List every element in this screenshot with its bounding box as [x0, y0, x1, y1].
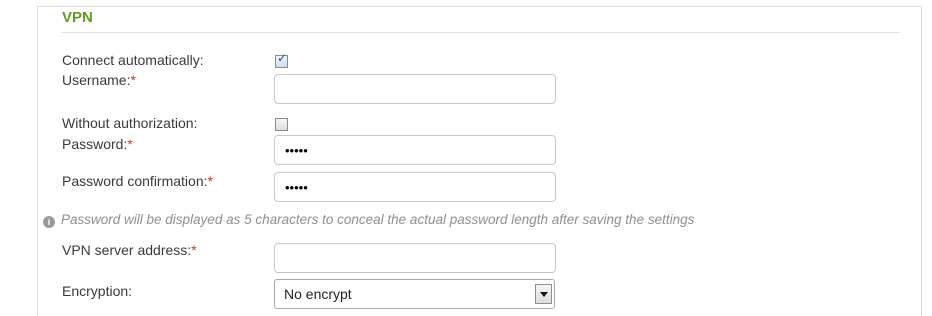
- password-label: Password:*: [62, 136, 133, 152]
- without-authorization-label: Without authorization:: [62, 115, 198, 131]
- password-input[interactable]: [274, 135, 556, 165]
- connect-automatically-label: Connect automatically:: [62, 52, 204, 68]
- chevron-down-icon: [540, 292, 548, 297]
- required-marker: *: [127, 136, 133, 152]
- without-authorization-checkbox[interactable]: [275, 118, 288, 131]
- title-divider: [62, 32, 900, 33]
- vpn-server-address-label: VPN server address:*: [62, 242, 197, 258]
- encryption-label: Encryption:: [62, 283, 133, 299]
- vpn-server-address-input[interactable]: [274, 243, 556, 273]
- required-marker: *: [130, 72, 136, 88]
- required-marker: *: [191, 242, 197, 258]
- password-confirmation-input[interactable]: [274, 172, 556, 202]
- required-marker: *: [207, 173, 213, 189]
- password-hint: i Password will be displayed as 5 charact…: [43, 212, 694, 228]
- username-label: Username:*: [62, 72, 136, 88]
- username-input[interactable]: [274, 74, 556, 104]
- connect-automatically-checkbox[interactable]: ✓: [275, 51, 288, 68]
- checkmark-icon: ✓: [277, 51, 288, 65]
- info-icon: i: [43, 216, 55, 228]
- password-confirmation-label: Password confirmation:*: [62, 173, 213, 189]
- password-hint-text: Password will be displayed as 5 characte…: [61, 212, 695, 227]
- section-title: VPN: [62, 9, 93, 26]
- encryption-select[interactable]: No encrypt: [274, 279, 555, 309]
- encryption-selected-value: No encrypt: [284, 286, 352, 302]
- dropdown-arrow-button[interactable]: [535, 284, 552, 304]
